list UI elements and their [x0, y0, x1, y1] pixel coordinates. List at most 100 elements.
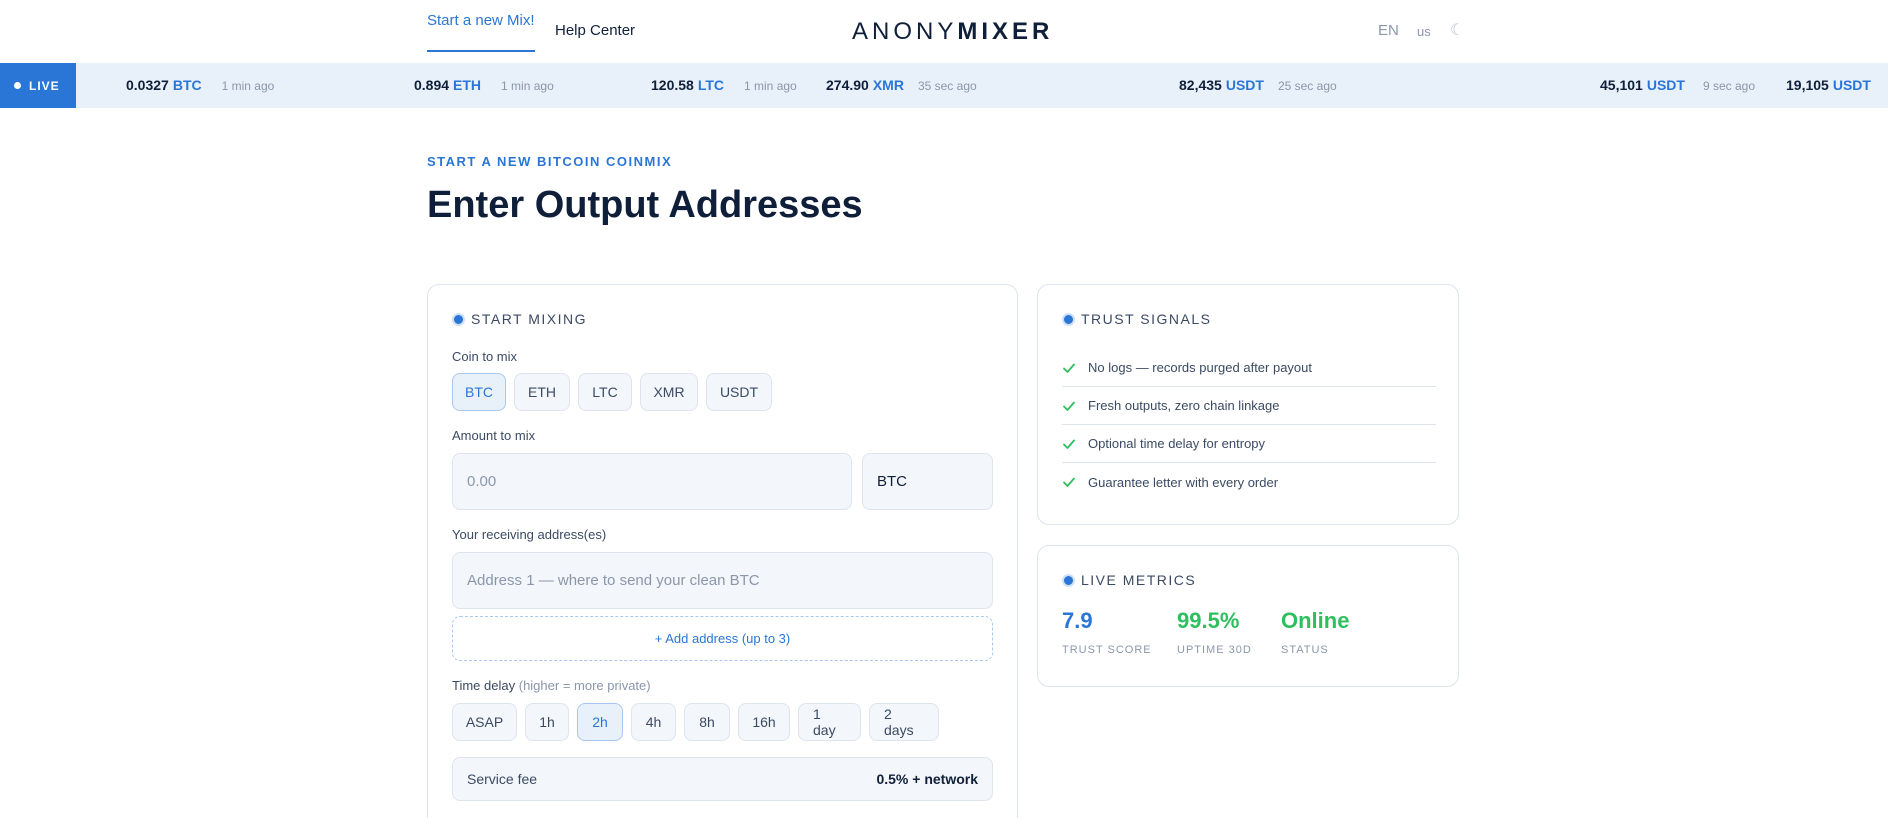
brand-logo-bold: MIXER: [957, 18, 1054, 45]
ticker-coin: USDT: [1646, 77, 1685, 93]
page-title: Enter Output Addresses: [427, 184, 863, 226]
card-heading: LIVE METRICS: [1062, 572, 1196, 588]
ticker-time: 1 min ago: [221, 79, 275, 93]
delay-option-2h[interactable]: 2h: [577, 703, 623, 741]
metric-trust-score: 7.9 TRUST SCORE: [1062, 608, 1152, 656]
ticker-time: 35 sec ago: [917, 79, 977, 93]
ticker-time: 1 min ago: [501, 79, 554, 93]
trust-heading: TRUST SIGNALS: [1081, 311, 1212, 327]
live-badge-label: LIVE: [29, 78, 60, 93]
nav-help-center[interactable]: Help Center: [555, 22, 635, 39]
metric-label: STATUS: [1281, 644, 1329, 656]
ticker-coin: USDT: [1225, 77, 1264, 93]
ticker-coin: USDT: [1832, 77, 1871, 93]
ticker-item: 0.0327 BTC 1 min ago: [126, 77, 274, 93]
mixing-heading: START MIXING: [471, 311, 588, 327]
ticker-coin: ETH: [453, 77, 482, 93]
add-address-button[interactable]: + Add address (up to 3): [452, 616, 993, 661]
metric-status: Online STATUS: [1281, 608, 1349, 656]
card-heading: START MIXING: [452, 311, 587, 327]
live-badge: LIVE: [0, 63, 76, 108]
list-item: No logs — records purged after payout: [1062, 349, 1436, 387]
ticker-item: 0.894 ETH 1 min ago: [414, 77, 554, 93]
ticker-time: 1 min ago: [744, 79, 797, 93]
coin-option-xmr[interactable]: XMR: [640, 373, 698, 411]
metric-label: UPTIME 30D: [1177, 644, 1252, 656]
ticker-coin: XMR: [872, 77, 904, 93]
amount-label: Amount to mix: [452, 428, 536, 443]
ticker-coin: BTC: [172, 77, 202, 93]
coin-option-btc[interactable]: BTC: [452, 373, 506, 411]
nav-start-mix[interactable]: Start a new Mix!: [427, 12, 535, 29]
trust-item-text: Guarantee letter with every order: [1088, 474, 1279, 490]
nav-active-underline: [427, 50, 535, 52]
live-ticker: LIVE 0.0327 BTC 1 min ago 0.894 ETH 1 min ag…: [0, 63, 1888, 108]
list-item: Optional time delay for entropy: [1062, 425, 1436, 463]
check-icon: [1063, 439, 1075, 449]
delay-option-16h[interactable]: 16h: [738, 703, 790, 741]
ticker-time: 25 sec ago: [1277, 79, 1337, 93]
metric-value: Online: [1281, 608, 1350, 633]
ticker-time: 9 sec ago: [1702, 79, 1755, 93]
check-icon: [1063, 477, 1075, 487]
delay-option-4h[interactable]: 4h: [631, 703, 676, 741]
ticker-coin: LTC: [697, 77, 725, 93]
brand-logo[interactable]: ANONYMIXER: [852, 18, 1053, 46]
address-input[interactable]: Address 1 — where to send your clean BTC: [452, 552, 993, 609]
region-selector[interactable]: us: [1417, 24, 1431, 39]
ticker-amount: 120.58: [651, 77, 694, 93]
coin-option-eth[interactable]: ETH: [514, 373, 570, 411]
delay-label-text: Time delay: [452, 678, 516, 693]
metric-value: 7.9: [1062, 608, 1093, 633]
delay-option-2-days[interactable]: 2 days: [869, 703, 939, 741]
top-navigation: Start a new Mix! Help Center ANONYMIXER …: [0, 0, 1888, 63]
trust-signals-card: TRUST SIGNALS No logs — records purged a…: [1037, 284, 1459, 525]
brand-logo-light: ANONY: [852, 18, 958, 45]
delay-option-8h[interactable]: 8h: [684, 703, 730, 741]
trust-list: No logs — records purged after payout Fr…: [1062, 349, 1436, 501]
amount-unit-value: BTC: [877, 473, 907, 490]
coin-label: Coin to mix: [452, 349, 518, 364]
metric-value: 99.5%: [1177, 608, 1240, 633]
check-icon: [1063, 401, 1075, 411]
heading-dot-icon: [452, 312, 465, 326]
ticker-item: 274.90 XMR 35 sec ago: [826, 77, 977, 93]
amount-input[interactable]: 0.00: [452, 453, 852, 510]
metrics-heading: LIVE METRICS: [1081, 572, 1197, 588]
delay-option-1-day[interactable]: 1 day: [798, 703, 861, 741]
address-label: Your receiving address(es): [452, 527, 607, 542]
heading-dot-icon: [1062, 312, 1075, 326]
coin-option-usdt[interactable]: USDT: [706, 373, 772, 411]
trust-item-text: No logs — records purged after payout: [1088, 360, 1313, 375]
ticker-amount: 0.0327: [126, 77, 169, 93]
heading-dot-icon: [1062, 573, 1075, 587]
metric-label: TRUST SCORE: [1062, 644, 1152, 656]
delay-option-asap[interactable]: ASAP: [452, 703, 517, 741]
coin-selector: BTC ETH LTC XMR USDT: [452, 373, 772, 411]
mixing-form-card: START MIXING Coin to mix BTC ETH LTC XMR…: [427, 284, 1018, 818]
list-item: Guarantee letter with every order: [1062, 463, 1436, 501]
service-fee-row: Service fee 0.5% + network: [452, 757, 993, 801]
card-heading: TRUST SIGNALS: [1062, 311, 1212, 327]
ticker-item: 120.58 LTC 1 min ago: [651, 77, 797, 93]
list-item: Fresh outputs, zero chain linkage: [1062, 387, 1436, 425]
delay-option-1h[interactable]: 1h: [525, 703, 569, 741]
coin-option-ltc[interactable]: LTC: [578, 373, 632, 411]
ticker-amount: 19,105: [1786, 77, 1829, 93]
ticker-item: 19,105 USDT: [1786, 77, 1871, 93]
live-metrics-card: LIVE METRICS 7.9 TRUST SCORE 99.5% UPTIM…: [1037, 545, 1459, 687]
delay-hint: (higher = more private): [518, 678, 651, 693]
moon-icon[interactable]: ☾: [1450, 20, 1464, 40]
amount-unit-select[interactable]: BTC: [862, 453, 993, 510]
trust-item-text: Fresh outputs, zero chain linkage: [1088, 398, 1280, 413]
ticker-item: 45,101 USDT 9 sec ago: [1600, 77, 1755, 93]
ticker-amount: 0.894: [414, 77, 450, 93]
service-fee-value: 0.5% + network: [876, 771, 978, 787]
delay-selector: ASAP 1h 2h 4h 8h 16h 1 day 2 days: [452, 703, 939, 741]
ticker-amount: 274.90: [826, 77, 869, 93]
language-selector[interactable]: EN: [1378, 22, 1399, 39]
ticker-amount: 82,435: [1179, 77, 1222, 93]
service-fee-label: Service fee: [467, 771, 538, 787]
ticker-item: 82,435 USDT 25 sec ago: [1179, 77, 1337, 93]
live-dot-icon: [14, 82, 21, 89]
